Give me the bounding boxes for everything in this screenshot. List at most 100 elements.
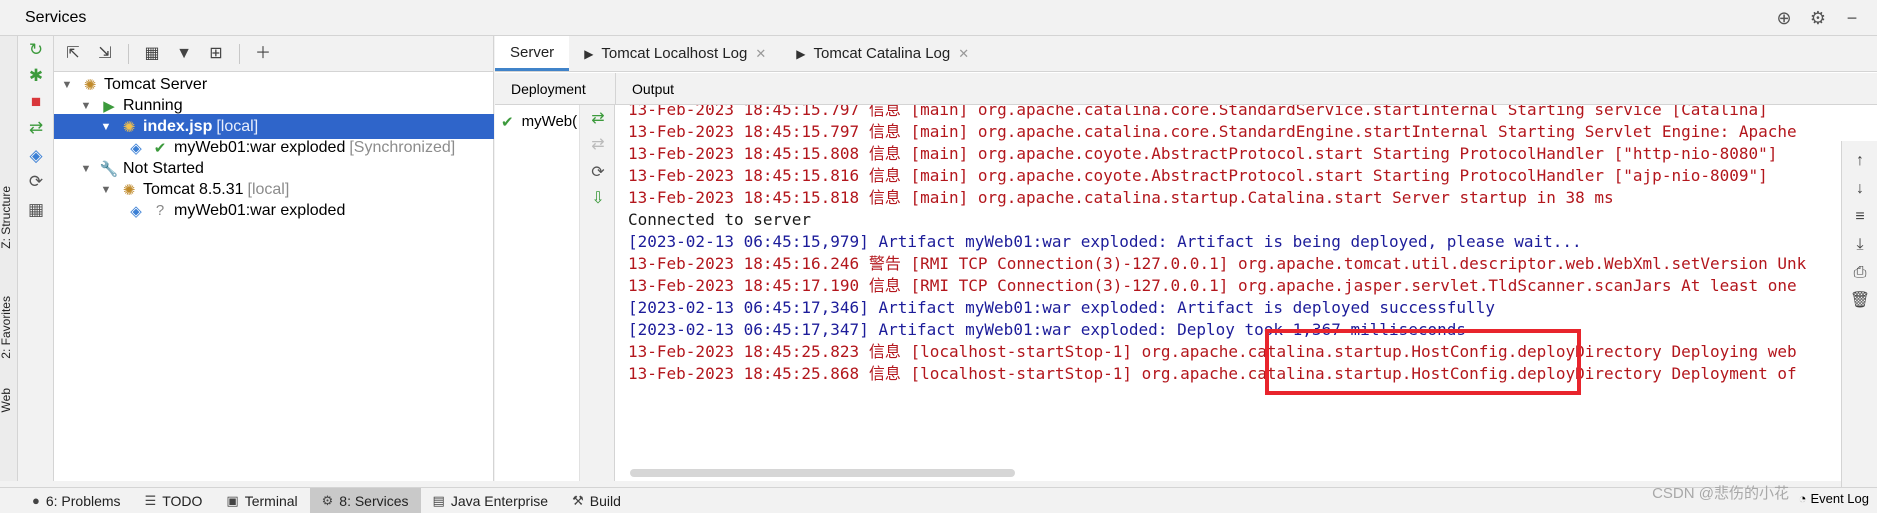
- status-build[interactable]: ⚒ Build: [560, 488, 633, 513]
- favorites-tab[interactable]: 2: Favorites: [0, 296, 19, 359]
- structure-tab[interactable]: Z: Structure: [0, 186, 19, 249]
- status-problems[interactable]: ● 6: Problems: [0, 488, 133, 513]
- debug-icon[interactable]: ✱: [24, 64, 48, 88]
- deployment-item-label: myWeb(: [521, 113, 578, 130]
- console-line: 13-Feb-2023 18:45:16.246 警告 [RMI TCP Con…: [628, 254, 1807, 273]
- status-label: 8: Services: [339, 492, 409, 509]
- tab-bar: Server ▶ Tomcat Localhost Log ✕ ▶ Tomcat…: [495, 36, 1877, 72]
- wrench-icon: 🔧: [99, 160, 119, 178]
- question-icon: ?: [155, 202, 165, 219]
- java-enterprise-icon: ▤: [432, 492, 445, 508]
- deploy-icon[interactable]: ⇄: [24, 116, 48, 140]
- layout-icon[interactable]: ▦: [24, 198, 48, 222]
- services-tree-pane: ⇱ ⇲ ▦ ▼ ⊞ ＋ ▼ ✺ Tomcat Server ▼ ▶ Runnin…: [54, 36, 494, 481]
- chevron-down-icon[interactable]: ▼: [79, 100, 93, 112]
- console-line: 13-Feb-2023 18:45:15.816 信息 [main] org.a…: [628, 166, 1768, 185]
- event-log-label: Event Log: [1810, 491, 1869, 506]
- title-bar: Services ⊕ ⚙ −: [0, 0, 1877, 36]
- tab-label: Tomcat Localhost Log: [601, 45, 748, 62]
- window-title: Services: [25, 9, 87, 26]
- download-icon[interactable]: ⇩: [586, 187, 610, 211]
- chevron-down-icon[interactable]: ▼: [79, 163, 93, 175]
- tab-label: Tomcat Catalina Log: [813, 45, 951, 62]
- service-details-pane: Server ▶ Tomcat Localhost Log ✕ ▶ Tomcat…: [495, 36, 1877, 513]
- chevron-down-icon[interactable]: ▼: [99, 184, 113, 196]
- title-icons: ⊕ ⚙ −: [1773, 8, 1863, 29]
- tree-toolbar: ⇱ ⇲ ▦ ▼ ⊞ ＋: [54, 36, 493, 72]
- stop-icon[interactable]: ■: [24, 90, 48, 114]
- status-todo[interactable]: ☰ TODO: [133, 488, 215, 513]
- event-log-icon: ◔: [1798, 491, 1807, 506]
- terminal-icon: ▣: [226, 492, 239, 508]
- horizontal-scrollbar[interactable]: [630, 469, 1015, 477]
- close-icon[interactable]: ✕: [958, 46, 969, 62]
- rerun-icon[interactable]: ↻: [24, 38, 48, 62]
- output-console[interactable]: 13-Feb-2023 18:45:15.797 信息 [main] org.a…: [616, 105, 1836, 481]
- scroll-down-icon[interactable]: ↓: [1848, 177, 1872, 201]
- deploy-icon[interactable]: ⇄: [586, 107, 610, 131]
- status-label: 6: Problems: [45, 492, 121, 509]
- artifact-icon[interactable]: ◈: [24, 144, 48, 168]
- gear-icon[interactable]: ⚙: [1807, 8, 1829, 29]
- tree-item-label: myWeb01:war exploded: [174, 201, 346, 219]
- log-icon: ▶: [584, 46, 594, 61]
- tree-item-artifact-unknown[interactable]: ◈ ? myWeb01:war exploded: [54, 198, 494, 223]
- soft-wrap-icon[interactable]: ≡: [1848, 205, 1872, 229]
- tab-tomcat-catalina-log[interactable]: ▶ Tomcat Catalina Log ✕: [781, 36, 984, 71]
- chevron-down-icon[interactable]: ▼: [60, 79, 74, 91]
- deployment-list: ✔ myWeb(: [495, 105, 579, 481]
- tab-tomcat-localhost-log[interactable]: ▶ Tomcat Localhost Log ✕: [569, 36, 781, 71]
- filter-icon[interactable]: ▼: [171, 41, 197, 67]
- group-icon[interactable]: ▦: [139, 41, 165, 67]
- event-log-button[interactable]: ◔ Event Log: [1799, 491, 1869, 506]
- services-action-toolbar: ↻ ✱ ■ ⇄ ◈ ⟳ ▦: [18, 36, 54, 481]
- check-icon: ✔: [153, 139, 167, 157]
- print-icon[interactable]: ⎙: [1848, 261, 1872, 285]
- services-icon: ⚙: [321, 492, 334, 508]
- todo-icon: ☰: [144, 492, 157, 508]
- deployment-item[interactable]: ✔ myWeb(: [501, 113, 577, 131]
- divider: [615, 73, 616, 105]
- console-line: [2023-02-13 06:45:15,979] Artifact myWeb…: [628, 232, 1582, 251]
- scroll-to-end-icon[interactable]: ⤓: [1848, 233, 1872, 257]
- output-toolbar: ⇄ ⇄ ⟳ ⇩: [579, 105, 615, 481]
- status-label: Java Enterprise: [450, 492, 549, 509]
- check-icon: ✔: [501, 114, 514, 131]
- status-services[interactable]: ⚙ 8: Services: [309, 487, 421, 513]
- status-terminal[interactable]: ▣ Terminal: [214, 488, 309, 513]
- highlight-box: [1265, 329, 1581, 395]
- toolbar-separator: [128, 43, 129, 64]
- status-label: TODO: [162, 492, 203, 509]
- globe-icon[interactable]: ⊕: [1773, 8, 1795, 29]
- undeploy-icon[interactable]: ⇄: [586, 133, 610, 157]
- trash-icon[interactable]: 🗑: [1848, 289, 1872, 313]
- console-toolbar: ↑ ↓ ≡ ⤓ ⎙ 🗑: [1841, 141, 1877, 513]
- new-tab-icon[interactable]: ⊞: [203, 41, 229, 67]
- add-service-icon[interactable]: ＋: [250, 41, 276, 67]
- minimize-icon[interactable]: −: [1841, 8, 1863, 29]
- refresh-icon[interactable]: ⟳: [586, 161, 610, 185]
- tree-item-label: Tomcat Server: [104, 75, 208, 93]
- toolbar-separator: [239, 43, 240, 64]
- expand-all-icon[interactable]: ⇱: [60, 41, 86, 67]
- scroll-up-icon[interactable]: ↑: [1848, 149, 1872, 173]
- collapse-all-icon[interactable]: ⇲: [92, 41, 118, 67]
- tab-server[interactable]: Server: [495, 36, 570, 71]
- deployment-header: Deployment: [511, 81, 586, 97]
- console-line: 13-Feb-2023 18:45:17.190 信息 [RMI TCP Con…: [628, 276, 1797, 295]
- tree-item-label: index.jsp: [143, 117, 213, 135]
- console-line: 13-Feb-2023 18:45:15.818 信息 [main] org.a…: [628, 188, 1614, 207]
- console-line: 13-Feb-2023 18:45:25.868 信息 [localhost-s…: [628, 364, 1797, 383]
- artifact-icon: ◈: [130, 202, 142, 220]
- chevron-down-icon[interactable]: ▼: [99, 121, 113, 133]
- console-line: [2023-02-13 06:45:17,346] Artifact myWeb…: [628, 298, 1495, 317]
- web-tab[interactable]: Web: [0, 388, 19, 412]
- tomcat-icon: ✺: [122, 118, 136, 136]
- status-java-enterprise[interactable]: ▤ Java Enterprise: [421, 488, 561, 513]
- console-line: 13-Feb-2023 18:45:25.823 信息 [localhost-s…: [628, 342, 1797, 361]
- tree-item-extra: [local]: [247, 180, 290, 198]
- close-icon[interactable]: ✕: [755, 46, 766, 62]
- tree-item-extra: [Synchronized]: [349, 138, 456, 156]
- refresh-icon[interactable]: ⟳: [24, 170, 48, 194]
- tree-item-label: Running: [123, 96, 183, 114]
